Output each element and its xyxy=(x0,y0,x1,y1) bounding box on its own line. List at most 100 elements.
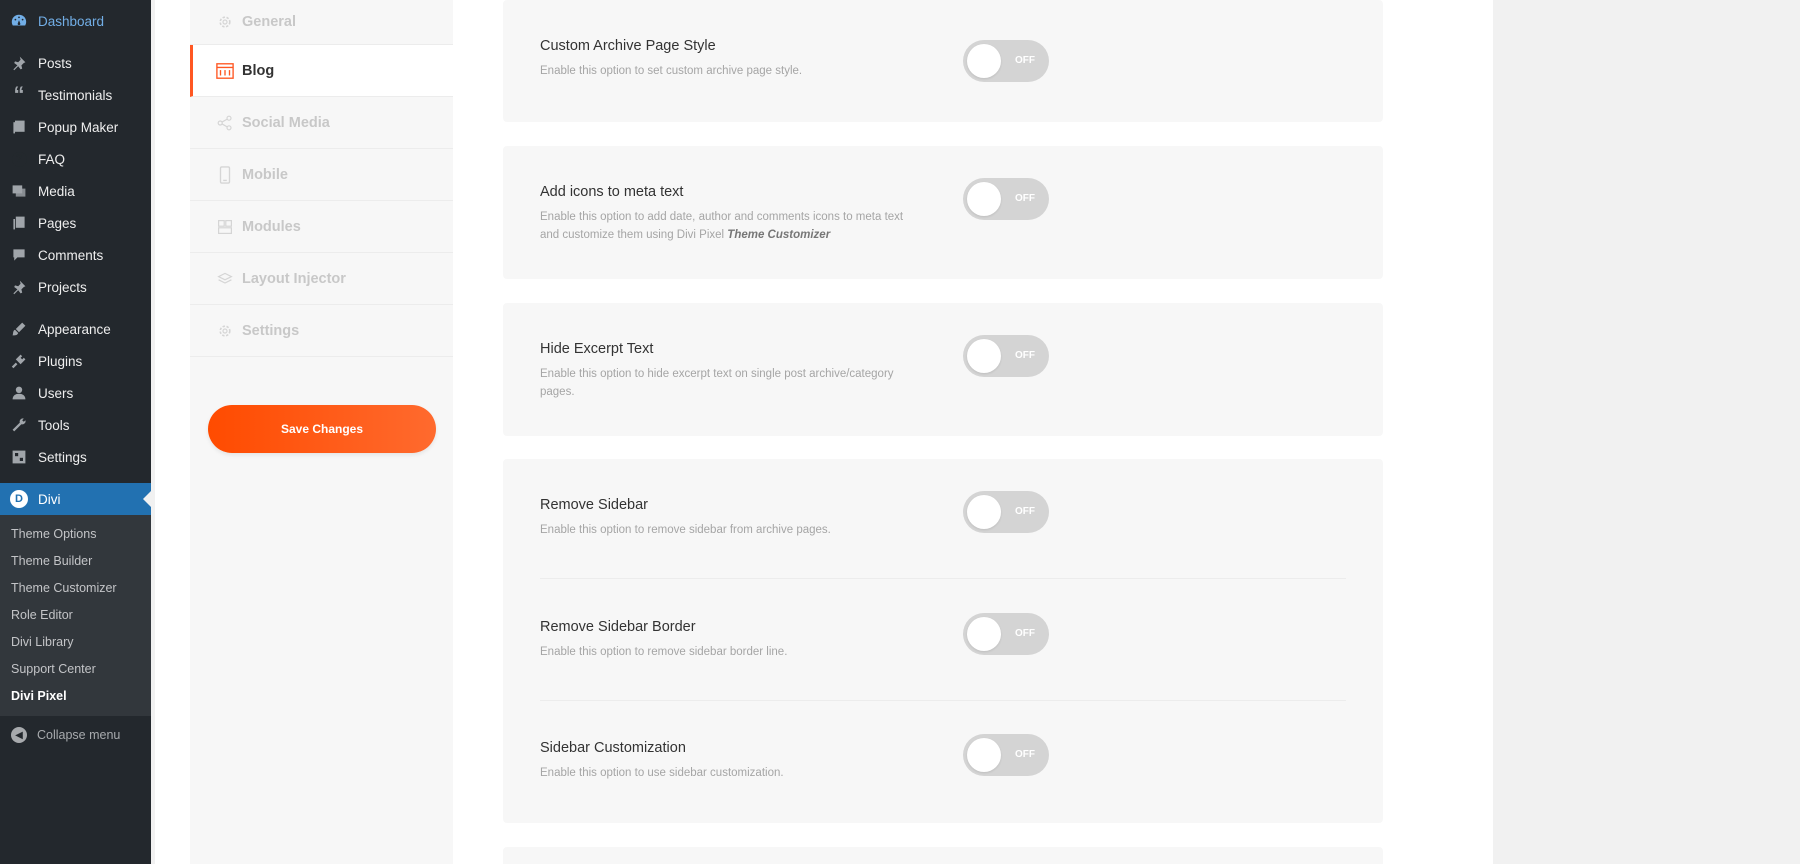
quote-icon: “ xyxy=(13,82,25,107)
menu-dashboard[interactable]: Dashboard xyxy=(0,5,151,37)
remove-sidebar-border-toggle[interactable]: OFF xyxy=(963,613,1049,655)
option-description: Enable this option to add date, author a… xyxy=(540,211,904,241)
submenu-role-editor[interactable]: Role Editor xyxy=(0,602,151,629)
share-icon xyxy=(216,114,234,132)
meta-icons-toggle[interactable]: OFF xyxy=(963,178,1049,220)
hide-excerpt-toggle[interactable]: OFF xyxy=(963,335,1049,377)
option-card: Add icons to meta text Enable this optio… xyxy=(503,146,1383,279)
menu-plugins[interactable]: Plugins xyxy=(0,345,151,377)
modules-icon xyxy=(216,218,234,236)
menu-faq[interactable]: ? FAQ xyxy=(0,143,151,175)
menu-divi[interactable]: D Divi xyxy=(0,483,151,515)
menu-faq-label: FAQ xyxy=(38,151,66,167)
menu-media[interactable]: Media xyxy=(0,175,151,207)
option-meta-icons: Add icons to meta text Enable this optio… xyxy=(540,178,1346,244)
plugin-nav: General Blog Social Media Mobile Modules… xyxy=(190,0,453,864)
toggle-state: OFF xyxy=(1015,55,1035,66)
menu-testimonials-label: Testimonials xyxy=(38,87,113,103)
help-icon: ? xyxy=(9,149,29,169)
toggle-knob xyxy=(967,339,1001,373)
wp-admin-sidebar: Dashboard Posts “ Testimonials Popup Mak… xyxy=(0,0,151,864)
dashboard-icon xyxy=(9,11,29,31)
menu-comments-label: Comments xyxy=(38,247,104,263)
collapse-menu-button[interactable]: ◀ Collapse menu xyxy=(0,718,151,752)
option-remove-sidebar: Remove Sidebar Enable this option to rem… xyxy=(540,491,1346,539)
popup-icon xyxy=(9,117,29,137)
option-remove-sidebar-border: Remove Sidebar Border Enable this option… xyxy=(540,613,1346,661)
toggle-knob xyxy=(967,44,1001,78)
nav-layout-injector-label: Layout Injector xyxy=(242,270,346,287)
submenu-theme-builder[interactable]: Theme Builder xyxy=(0,548,151,575)
menu-comments[interactable]: Comments xyxy=(0,239,151,271)
option-description: Enable this option to remove sidebar bor… xyxy=(540,646,788,658)
nav-social-media[interactable]: Social Media xyxy=(190,97,453,149)
remove-sidebar-toggle[interactable]: OFF xyxy=(963,491,1049,533)
media-icon xyxy=(9,181,29,201)
plugin-icon xyxy=(9,351,29,371)
pin-icon xyxy=(9,53,29,73)
option-card: Custom Archive Page Style Enable this op… xyxy=(503,0,1383,122)
submenu-theme-customizer[interactable]: Theme Customizer xyxy=(0,575,151,602)
menu-appearance-label: Appearance xyxy=(38,321,111,337)
menu-plugins-label: Plugins xyxy=(38,353,83,369)
menu-testimonials[interactable]: “ Testimonials xyxy=(0,79,151,111)
submenu-support-center[interactable]: Support Center xyxy=(0,656,151,683)
option-description: Enable this option to use sidebar custom… xyxy=(540,767,784,779)
toggle-state: OFF xyxy=(1015,628,1035,639)
nav-layout-injector[interactable]: Layout Injector xyxy=(190,253,453,305)
menu-users[interactable]: Users xyxy=(0,377,151,409)
option-description: Enable this option to set custom archive… xyxy=(540,65,803,77)
menu-pages[interactable]: Pages xyxy=(0,207,151,239)
submenu-theme-options[interactable]: Theme Options xyxy=(0,521,151,548)
menu-divi-label: Divi xyxy=(38,491,61,507)
menu-popup-maker[interactable]: Popup Maker xyxy=(0,111,151,143)
nav-mobile[interactable]: Mobile xyxy=(190,149,453,201)
option-title: Remove Sidebar Border xyxy=(540,619,696,635)
collapse-arrow-icon: ◀ xyxy=(11,727,27,743)
sidebar-options-card: Remove Sidebar Enable this option to rem… xyxy=(503,459,1383,823)
menu-users-label: Users xyxy=(38,385,74,401)
option-custom-archive: Custom Archive Page Style Enable this op… xyxy=(540,38,1346,82)
theme-customizer-emphasis: Theme Customizer xyxy=(727,229,831,241)
nav-modules-label: Modules xyxy=(242,218,301,235)
settings-icon xyxy=(9,447,29,467)
nav-blog[interactable]: Blog xyxy=(190,45,453,97)
toggle-knob xyxy=(967,495,1001,529)
menu-settings[interactable]: Settings xyxy=(0,441,151,473)
brush-icon xyxy=(9,319,29,339)
menu-tools[interactable]: Tools xyxy=(0,409,151,441)
toggle-state: OFF xyxy=(1015,350,1035,361)
divider xyxy=(540,700,1346,701)
custom-archive-toggle[interactable]: OFF xyxy=(963,40,1049,82)
menu-appearance[interactable]: Appearance xyxy=(0,313,151,345)
wrench-icon xyxy=(9,415,29,435)
menu-projects-label: Projects xyxy=(38,279,87,295)
nav-modules[interactable]: Modules xyxy=(190,201,453,253)
menu-posts[interactable]: Posts xyxy=(0,47,151,79)
option-card: Hide Excerpt Text Enable this option to … xyxy=(503,303,1383,436)
nav-settings[interactable]: Settings xyxy=(190,305,453,357)
submenu-divi-pixel[interactable]: Divi Pixel xyxy=(0,683,151,710)
toggle-state: OFF xyxy=(1015,506,1035,517)
option-title: Custom Archive Page Style xyxy=(540,38,716,54)
option-hide-excerpt: Hide Excerpt Text Enable this option to … xyxy=(540,335,1346,401)
menu-pages-label: Pages xyxy=(38,215,77,231)
option-title: Remove Sidebar xyxy=(540,497,648,513)
divi-submenu: Theme Options Theme Builder Theme Custom… xyxy=(0,515,151,716)
menu-popup-maker-label: Popup Maker xyxy=(38,119,119,135)
menu-tools-label: Tools xyxy=(38,417,70,433)
nav-settings-label: Settings xyxy=(242,322,300,339)
sidebar-customization-toggle[interactable]: OFF xyxy=(963,734,1049,776)
nav-social-media-label: Social Media xyxy=(242,114,330,131)
gear-icon xyxy=(216,13,234,31)
blog-icon xyxy=(216,62,234,80)
divi-logo-icon: D xyxy=(9,489,29,509)
nav-general[interactable]: General xyxy=(190,0,453,45)
menu-dashboard-label: Dashboard xyxy=(38,13,105,29)
toggle-state: OFF xyxy=(1015,749,1035,760)
save-changes-button[interactable]: Save Changes xyxy=(208,405,436,453)
submenu-divi-library[interactable]: Divi Library xyxy=(0,629,151,656)
nav-mobile-label: Mobile xyxy=(242,166,288,183)
menu-projects[interactable]: Projects xyxy=(0,271,151,303)
comment-icon xyxy=(9,245,29,265)
